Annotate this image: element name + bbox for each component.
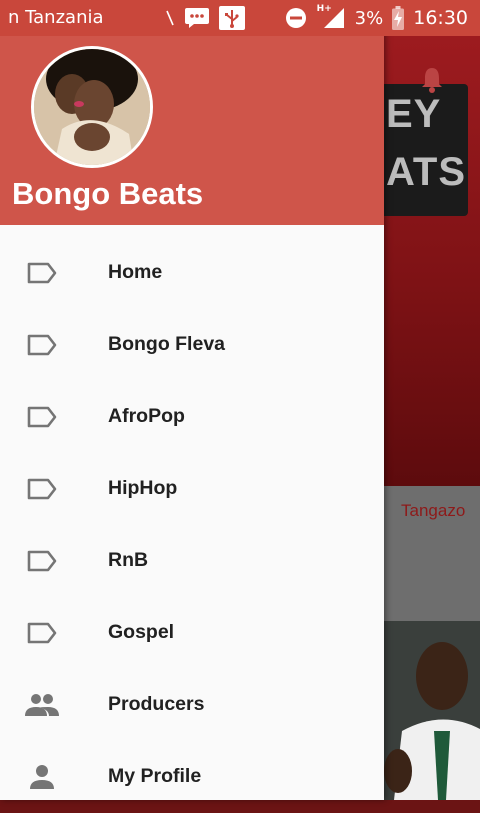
news-photo[interactable] — [384, 621, 480, 800]
menu-item-bongo-fleva[interactable]: Bongo Fleva — [0, 309, 384, 381]
menu-item-gospel[interactable]: Gospel — [0, 597, 384, 669]
ad-strip: Tangazo — [384, 486, 480, 621]
menu-label: Bongo Fleva — [108, 333, 226, 355]
menu-label: Gospel — [108, 621, 175, 643]
usb-icon — [218, 6, 245, 30]
people-icon — [25, 691, 59, 719]
menu-item-home[interactable]: Home — [0, 237, 384, 309]
person-icon — [25, 763, 59, 791]
label-icon — [25, 547, 59, 575]
status-bar: n Tanzania H+ 3% 16:30 — [0, 0, 480, 36]
label-icon — [25, 403, 59, 431]
message-icon — [184, 7, 210, 29]
network-type-label: H+ — [316, 4, 332, 14]
app-title: Bongo Beats — [12, 176, 204, 211]
menu-item-my-profile[interactable]: My Profile — [0, 741, 384, 813]
label-icon — [25, 259, 59, 287]
avatar[interactable] — [31, 46, 153, 168]
banner-sign: EY ATS — [372, 84, 468, 216]
drawer-header: Bongo Beats — [0, 36, 384, 225]
label-icon — [25, 331, 59, 359]
cell-signal-icon: H+ — [316, 4, 346, 30]
tangazo-label: Tangazo — [401, 501, 466, 520]
clock: 16:30 — [413, 7, 468, 29]
do-not-disturb-icon — [285, 7, 307, 29]
menu-item-afropop[interactable]: AfroPop — [0, 381, 384, 453]
menu-item-producers[interactable]: Producers — [0, 669, 384, 741]
signal-slash-icon — [165, 9, 175, 27]
menu-label: HipHop — [108, 477, 178, 499]
menu-label: RnB — [108, 549, 149, 571]
notification-bell-icon[interactable] — [420, 66, 444, 99]
header-banner: EY ATS — [372, 36, 480, 486]
menu-label: Home — [108, 261, 163, 283]
menu-item-hiphop[interactable]: HipHop — [0, 453, 384, 525]
notification-text: n Tanzania — [8, 7, 104, 28]
banner-text-bottom: ATS — [386, 150, 467, 194]
menu-label: My Profile — [108, 765, 202, 787]
label-icon — [25, 475, 59, 503]
menu-label: Producers — [108, 693, 205, 715]
menu-item-rnb[interactable]: RnB — [0, 525, 384, 597]
battery-charging-icon — [392, 6, 405, 30]
menu-label: AfroPop — [108, 405, 185, 427]
navigation-drawer[interactable]: Bongo Beats Home Bongo Fleva AfroPop Hip… — [0, 0, 384, 800]
drawer-menu: Home Bongo Fleva AfroPop HipHop RnB Gosp… — [0, 237, 384, 813]
label-icon — [25, 619, 59, 647]
battery-percent: 3% — [354, 7, 384, 29]
